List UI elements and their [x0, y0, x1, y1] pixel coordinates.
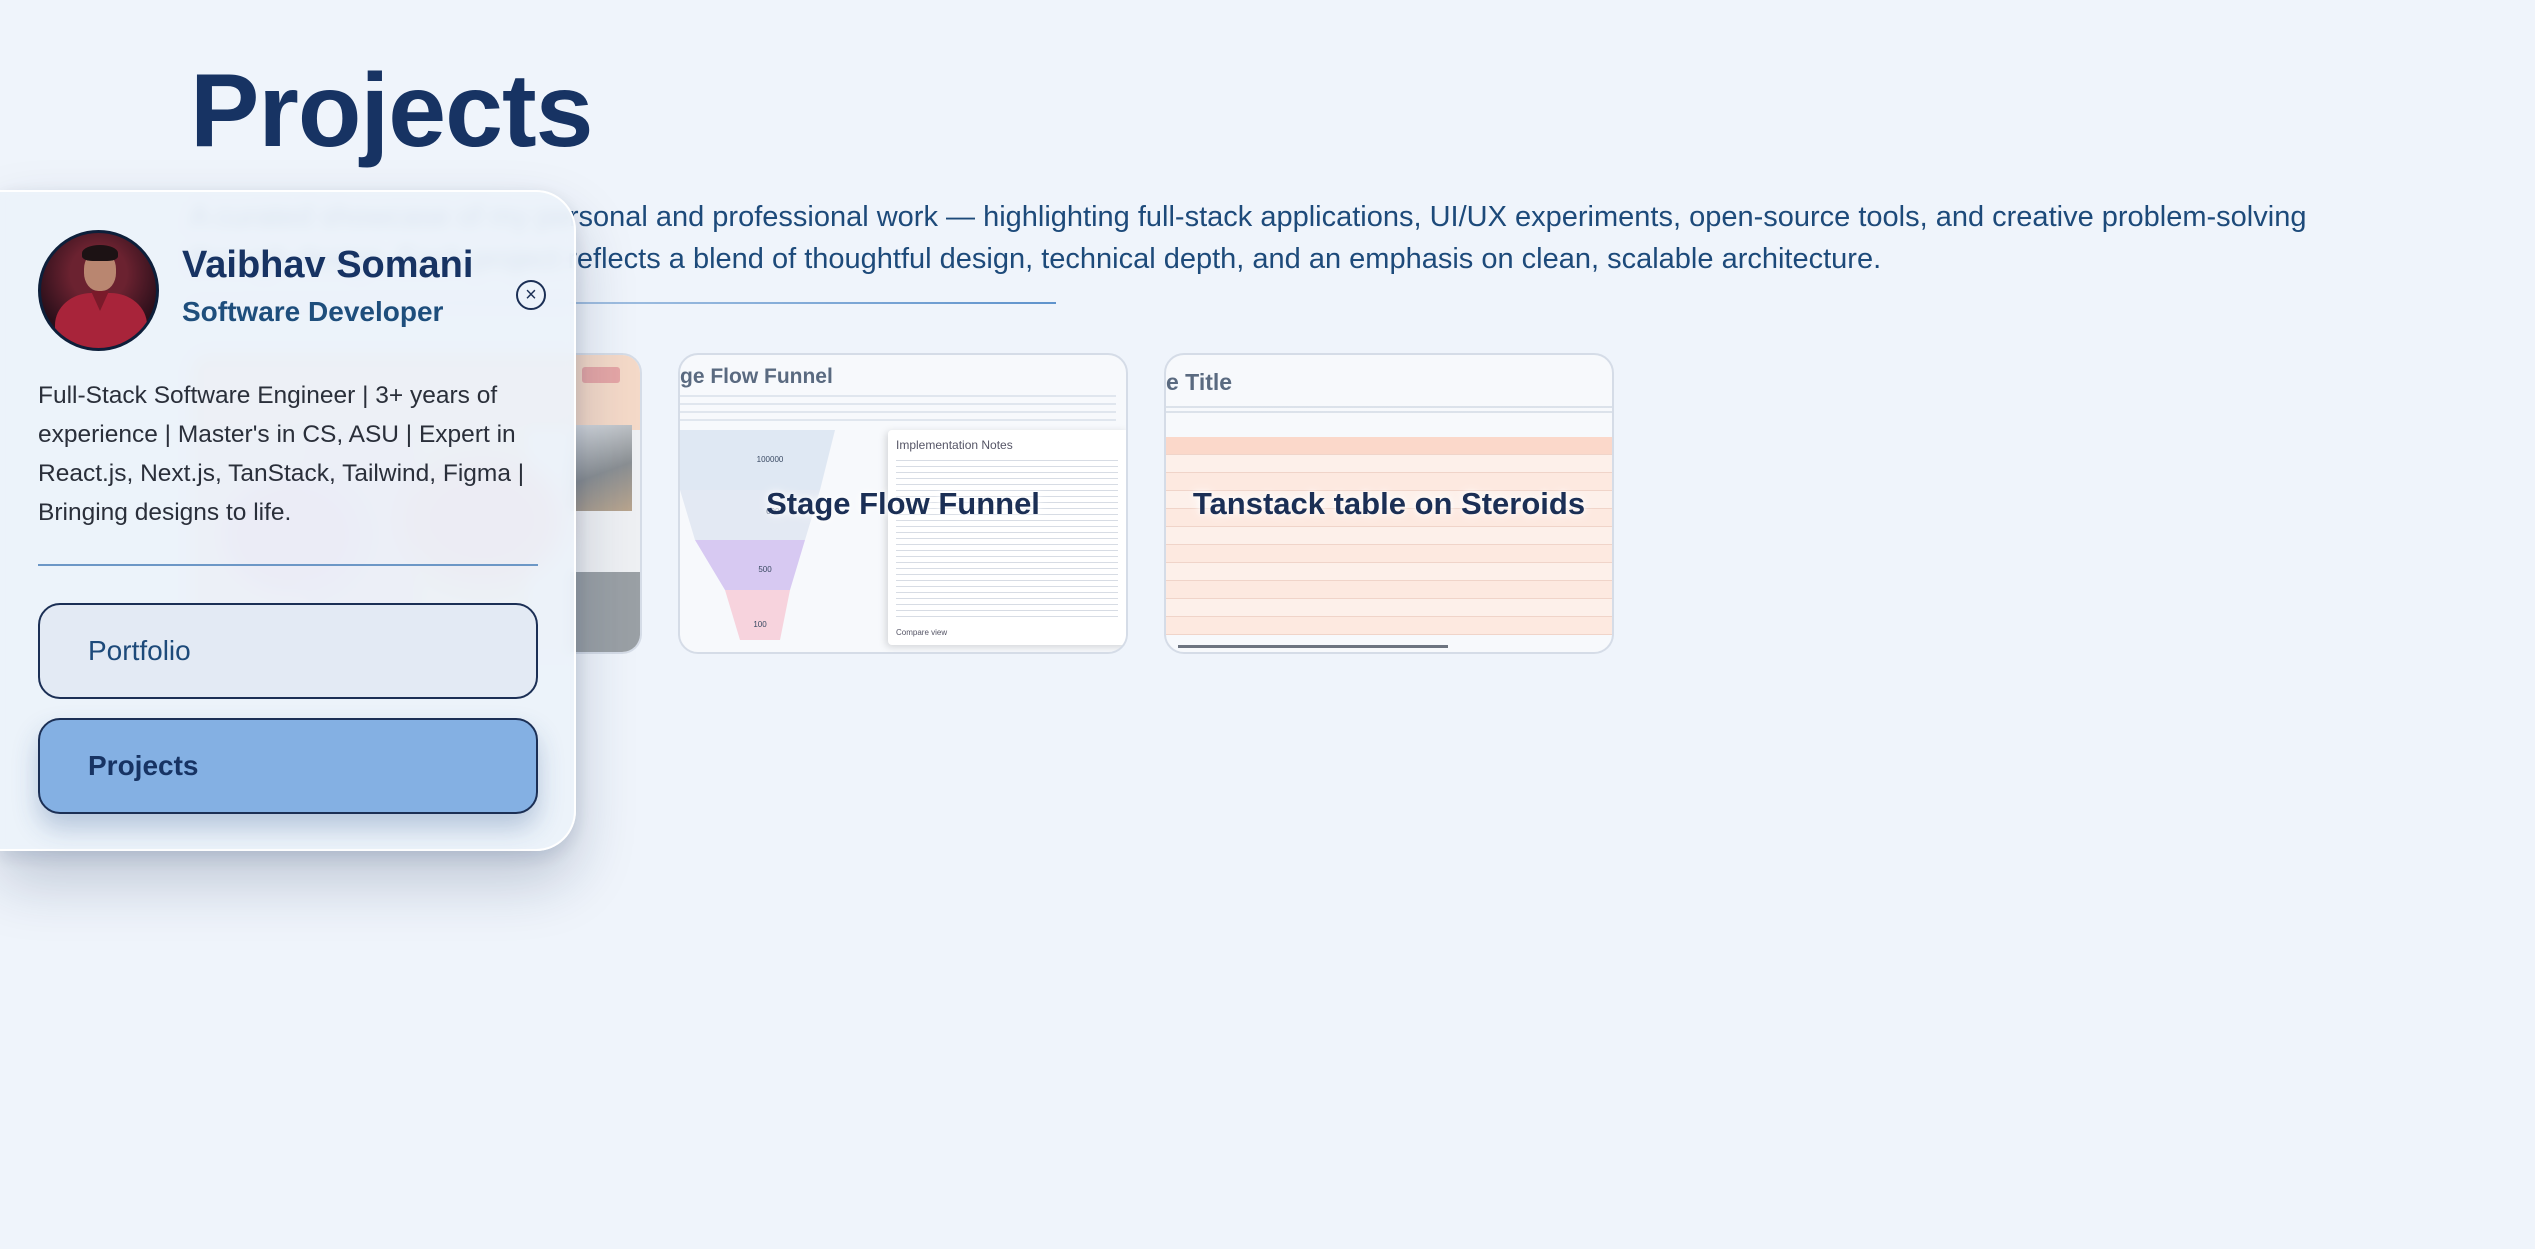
funnel-value: 100000 [756, 455, 784, 464]
close-circle-icon: × [525, 284, 537, 306]
table-thumbnail [1166, 437, 1612, 635]
funnel-value: 100 [753, 620, 767, 629]
profile-divider [38, 564, 538, 566]
table-row [1166, 437, 1612, 455]
avatar-hair [82, 245, 118, 261]
close-button[interactable]: × [516, 280, 546, 310]
profile-role: Software Developer [182, 296, 444, 327]
notes-text [896, 458, 1118, 617]
portfolio-nav-button[interactable]: Portfolio [38, 603, 538, 699]
table-row [1166, 455, 1612, 473]
profile-bio: Full-Stack Software Engineer | 3+ years … [38, 382, 525, 526]
table-row [1166, 617, 1612, 635]
profile-name: Vaibhav Somani [182, 244, 474, 286]
card-caption: Stage Flow Funnel [766, 485, 1040, 521]
card-thumbnail-tag [582, 367, 620, 383]
implementation-notes-panel: Implementation Notes Compare view [888, 430, 1126, 645]
table-row [1166, 545, 1612, 563]
projects-nav-button[interactable]: Projects [38, 718, 538, 814]
table-scrollbar [1178, 645, 1448, 648]
card-caption: Tanstack table on Steroids [1192, 485, 1586, 521]
card-thumbnail-heading: e Title [1166, 369, 1233, 395]
table-row [1166, 563, 1612, 581]
card-thumbnail-text [1166, 403, 1612, 413]
card-thumbnail-block [570, 572, 640, 652]
page-title: Projects [190, 53, 593, 169]
table-row [1166, 527, 1612, 545]
table-row [1166, 581, 1612, 599]
card-thumbnail-photo [570, 425, 632, 511]
project-card-tanstack-table[interactable]: e Title Tanstack table on Steroids [1164, 353, 1614, 654]
card-thumbnail-heading: ge Flow Funnel [680, 365, 833, 388]
funnel-value: 500 [758, 565, 772, 574]
compare-view-label: Compare view [896, 628, 948, 637]
profile-panel: Vaibhav Somani Software Developer × Full… [0, 190, 576, 851]
project-card-stage-flow-funnel[interactable]: ge Flow Funnel 100000 6000 500 100 Imple… [678, 353, 1128, 654]
card-thumbnail-text [680, 395, 1116, 421]
avatar [38, 230, 159, 351]
table-row [1166, 599, 1612, 617]
notes-title: Implementation Notes [896, 438, 1013, 452]
